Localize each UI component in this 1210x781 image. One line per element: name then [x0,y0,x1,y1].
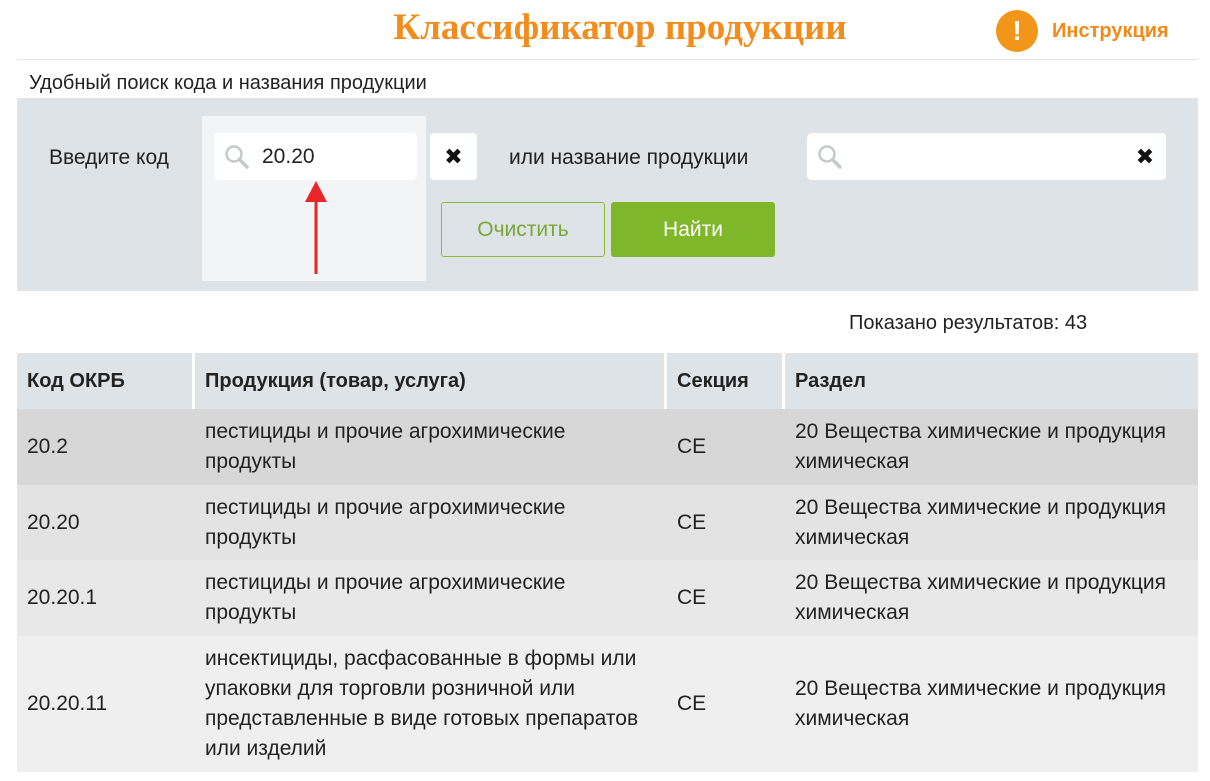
cell-section: CE [677,692,707,715]
code-clear-button[interactable]: ✖ [430,133,477,180]
cell-product: пестициды и прочие агрохимические продук… [205,420,566,473]
column-header-product: Продукция (товар, услуга) [195,353,667,409]
cell-section: CE [677,510,707,534]
table-row[interactable]: 20.20.11 инсектициды, расфасованные в фо… [17,636,1198,772]
cell-code: 20.20 [27,510,80,534]
cell-product: пестициды и прочие агрохимические продук… [205,495,566,549]
exclamation-icon: ! [996,10,1038,52]
clear-button[interactable]: Очистить [441,202,605,257]
results-count: Показано результатов: 43 [849,312,1088,334]
code-input[interactable] [262,144,402,169]
cell-section: CE [677,435,707,458]
instructions-label: Инструкция [1052,19,1169,42]
table-row[interactable]: 20.2 пестициды и прочие агрохимические п… [17,409,1198,485]
name-input[interactable] [855,144,1105,169]
search-panel [17,98,1198,291]
annotation-arrow [305,181,327,274]
results-table: Код ОКРБ Продукция (товар, услуга) Секци… [17,353,1198,772]
column-header-division: Раздел [795,369,866,392]
column-header-section: Секция [667,353,785,409]
code-search-field[interactable] [214,133,417,180]
table-row[interactable]: 20.20.1 пестициды и прочие агрохимически… [17,560,1198,636]
header-divider [17,59,1198,60]
code-label: Введите код [49,146,169,169]
page-subtitle: Удобный поиск кода и названия продукции [29,72,427,94]
table-row[interactable]: 20.20 пестициды и прочие агрохимические … [17,485,1198,560]
search-icon [816,143,844,171]
cell-section: CE [677,586,707,609]
cell-code: 20.20.11 [27,692,108,715]
name-clear-button[interactable]: ✖ [1124,133,1166,180]
instructions-link[interactable]: ! Инструкция [996,9,1169,53]
find-button[interactable]: Найти [611,202,775,257]
cell-division: 20 Вещества химические и продукция химич… [795,495,1167,549]
search-icon [223,143,251,171]
cell-code: 20.20.1 [27,586,98,609]
cell-product: инсектициды, расфасованные в формы или у… [205,647,639,760]
column-header-code: Код ОКРБ [17,353,195,409]
table-header: Код ОКРБ Продукция (товар, услуга) Секци… [17,353,1198,409]
name-label: или название продукции [509,146,749,169]
cell-division: 20 Вещества химические и продукция химич… [795,571,1167,624]
cell-product: пестициды и прочие агрохимические продук… [205,571,566,624]
cell-code: 20.2 [27,435,68,458]
cell-division: 20 Вещества химические и продукция химич… [795,677,1167,730]
cell-division: 20 Вещества химические и продукция химич… [795,420,1167,473]
name-search-field[interactable] [807,133,1166,180]
